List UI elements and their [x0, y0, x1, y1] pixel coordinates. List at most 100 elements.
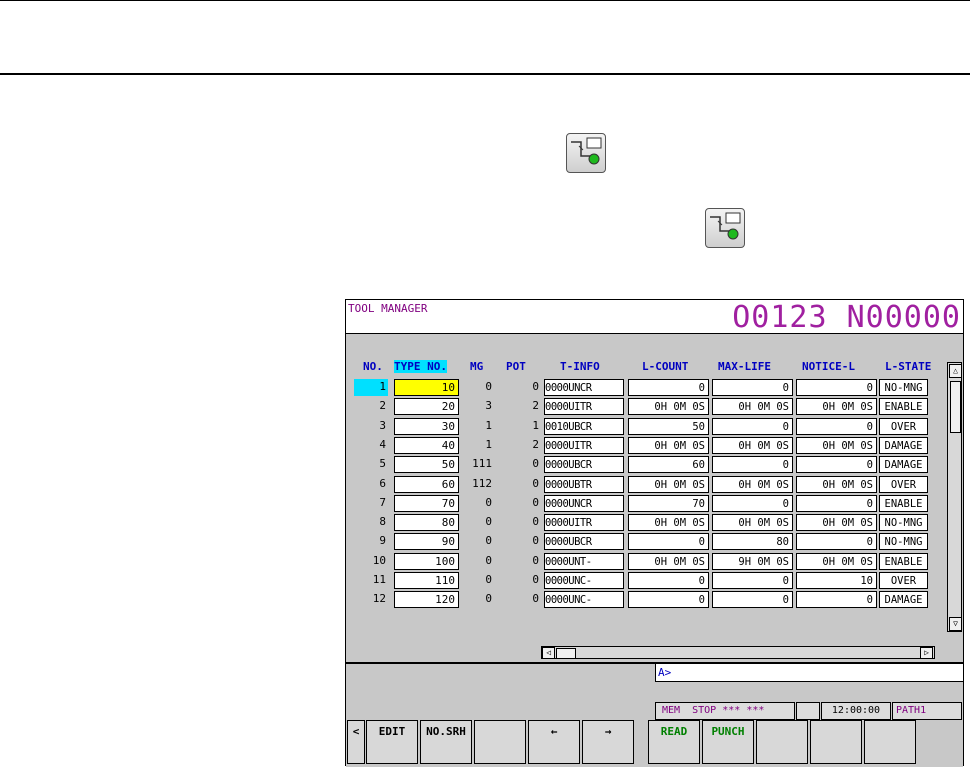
type-no-field[interactable]: 30 [394, 417, 459, 435]
type-no-field[interactable]: 80 [394, 514, 459, 532]
horizontal-scrollbar[interactable]: ◁ ▷ [541, 646, 935, 659]
softkey-blank-9[interactable] [756, 720, 808, 764]
notice-l-field[interactable]: 10 [796, 572, 877, 589]
notice-l-field[interactable]: 0 [796, 591, 877, 609]
notice-l-field[interactable]: 0H 0M 0S [796, 552, 877, 570]
table-row[interactable]: 3 30 1 1 0010UBCR 50 0 0 OVER [346, 417, 963, 436]
l-state-field[interactable]: OVER [879, 475, 928, 493]
notice-l-field[interactable]: 0H 0M 0S [796, 398, 877, 416]
l-count-field[interactable]: 60 [628, 456, 709, 474]
l-state-field[interactable]: DAMAGE [879, 456, 928, 474]
vertical-scrollbar[interactable]: △ ▽ [947, 362, 962, 632]
horizontal-scroll-thumb[interactable] [556, 648, 576, 659]
l-count-field[interactable]: 50 [628, 417, 709, 435]
notice-l-field[interactable]: 0H 0M 0S [796, 436, 877, 454]
notice-l-field[interactable]: 0 [796, 494, 877, 512]
scroll-up-icon[interactable]: △ [949, 364, 962, 378]
l-state-field[interactable]: NO-MNG [879, 533, 928, 551]
max-life-field[interactable]: 9H 0M 0S [712, 552, 793, 570]
t-info-field[interactable]: 0000UBCR [544, 533, 624, 551]
type-no-field[interactable]: 40 [394, 436, 459, 454]
scroll-left-icon[interactable]: ◁ [542, 647, 555, 659]
max-life-field[interactable]: 0 [712, 379, 793, 396]
l-state-field[interactable]: OVER [879, 572, 928, 589]
l-count-field[interactable]: 0H 0M 0S [628, 475, 709, 493]
type-no-field[interactable]: 100 [394, 552, 459, 570]
softkey-punch[interactable]: PUNCH [702, 720, 754, 764]
l-state-field[interactable]: DAMAGE [879, 436, 928, 454]
max-life-field[interactable]: 80 [712, 533, 793, 551]
table-row[interactable]: 2 20 3 2 0000UITR 0H 0M 0S 0H 0M 0S 0H 0M 0S ENA… [346, 397, 963, 416]
t-info-field[interactable]: 0000UITR [544, 514, 624, 532]
t-info-field[interactable]: 0000UNC- [544, 591, 624, 609]
table-row[interactable]: 12 120 0 0 0000UNC- 0 0 0 DAMAGE [346, 590, 963, 609]
l-state-field[interactable]: DAMAGE [879, 591, 928, 609]
softkey-edit[interactable]: EDIT [366, 720, 418, 764]
softkey-blank-10[interactable] [810, 720, 862, 764]
softkey-nosrh[interactable]: NO.SRH [420, 720, 472, 764]
type-no-field[interactable]: 10 [394, 379, 459, 396]
max-life-field[interactable]: 0 [712, 456, 793, 474]
t-info-field[interactable]: 0000UITR [544, 436, 624, 454]
l-count-field[interactable]: 0 [628, 591, 709, 609]
l-count-field[interactable]: 0H 0M 0S [628, 552, 709, 570]
t-info-field[interactable]: 0000UNT- [544, 552, 624, 570]
softkey-blank-3[interactable] [474, 720, 526, 764]
softkey-arrow0[interactable]: < [347, 720, 365, 764]
max-life-field[interactable]: 0 [712, 572, 793, 589]
l-count-field[interactable]: 70 [628, 494, 709, 512]
softkey-arrow4[interactable]: ← [528, 720, 580, 764]
table-row[interactable]: 7 70 0 0 0000UNCR 70 0 0 ENABLE [346, 494, 963, 513]
l-count-field[interactable]: 0H 0M 0S [628, 398, 709, 416]
type-no-field[interactable]: 90 [394, 533, 459, 551]
l-count-field[interactable]: 0 [628, 572, 709, 589]
notice-l-field[interactable]: 0H 0M 0S [796, 514, 877, 532]
notice-l-field[interactable]: 0 [796, 379, 877, 396]
t-info-field[interactable]: 0000UNC- [544, 572, 624, 589]
softkey-blank-11[interactable] [864, 720, 916, 764]
scroll-right-icon[interactable]: ▷ [920, 647, 933, 659]
notice-l-field[interactable]: 0H 0M 0S [796, 475, 877, 493]
table-row[interactable]: 1 10 0 0 0000UNCR 0 0 0 NO-MNG [346, 378, 963, 397]
table-row[interactable]: 5 50 111 0 0000UBCR 60 0 0 DAMAGE [346, 455, 963, 474]
l-count-field[interactable]: 0 [628, 379, 709, 396]
l-count-field[interactable]: 0H 0M 0S [628, 514, 709, 532]
max-life-field[interactable]: 0H 0M 0S [712, 475, 793, 493]
l-state-field[interactable]: NO-MNG [879, 379, 928, 396]
type-no-field[interactable]: 120 [394, 591, 459, 609]
table-row[interactable]: 4 40 1 2 0000UITR 0H 0M 0S 0H 0M 0S 0H 0M 0S DAM… [346, 436, 963, 455]
table-row[interactable]: 11 110 0 0 0000UNC- 0 0 10 OVER [346, 571, 963, 590]
t-info-field[interactable]: 0000UBTR [544, 475, 624, 493]
max-life-field[interactable]: 0H 0M 0S [712, 398, 793, 416]
notice-l-field[interactable]: 0 [796, 417, 877, 435]
table-row[interactable]: 9 90 0 0 0000UBCR 0 80 0 NO-MNG [346, 532, 963, 551]
scroll-down-icon[interactable]: ▽ [949, 617, 962, 631]
t-info-field[interactable]: 0000UNCR [544, 379, 624, 396]
type-no-field[interactable]: 20 [394, 398, 459, 416]
l-state-field[interactable]: OVER [879, 417, 928, 435]
max-life-field[interactable]: 0H 0M 0S [712, 436, 793, 454]
max-life-field[interactable]: 0 [712, 494, 793, 512]
max-life-field[interactable]: 0 [712, 591, 793, 609]
l-state-field[interactable]: ENABLE [879, 494, 928, 512]
l-state-field[interactable]: ENABLE [879, 398, 928, 416]
t-info-field[interactable]: 0000UNCR [544, 494, 624, 512]
l-count-field[interactable]: 0 [628, 533, 709, 551]
table-row[interactable]: 10 100 0 0 0000UNT- 0H 0M 0S 9H 0M 0S 0H 0M 0S E… [346, 552, 963, 571]
softkey-arrow5[interactable]: → [582, 720, 634, 764]
vertical-scroll-thumb[interactable] [950, 381, 961, 433]
softkey-read[interactable]: READ [648, 720, 700, 764]
table-row[interactable]: 6 60 112 0 0000UBTR 0H 0M 0S 0H 0M 0S 0H 0M 0S O… [346, 475, 963, 494]
table-row[interactable]: 8 80 0 0 0000UITR 0H 0M 0S 0H 0M 0S 0H 0M 0S NO-… [346, 513, 963, 532]
t-info-field[interactable]: 0010UBCR [544, 417, 624, 435]
t-info-field[interactable]: 0000UITR [544, 398, 624, 416]
max-life-field[interactable]: 0 [712, 417, 793, 435]
max-life-field[interactable]: 0H 0M 0S [712, 514, 793, 532]
l-state-field[interactable]: ENABLE [879, 552, 928, 570]
type-no-field[interactable]: 70 [394, 494, 459, 512]
key-input-line[interactable]: A> [655, 664, 963, 682]
l-count-field[interactable]: 0H 0M 0S [628, 436, 709, 454]
notice-l-field[interactable]: 0 [796, 456, 877, 474]
notice-l-field[interactable]: 0 [796, 533, 877, 551]
type-no-field[interactable]: 50 [394, 456, 459, 474]
